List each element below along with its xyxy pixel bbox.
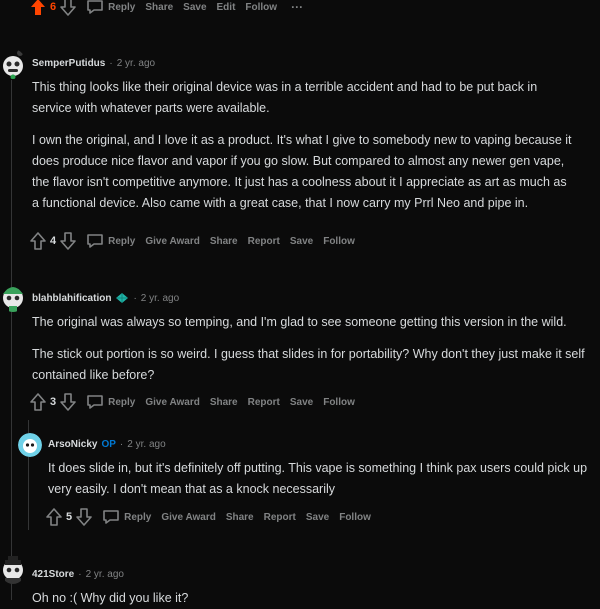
vote-count: 4 [50, 235, 57, 247]
reply-label: Reply [124, 511, 152, 523]
vote-controls: 4 [30, 232, 76, 250]
vote-controls: 3 [30, 393, 76, 411]
avatar[interactable] [0, 49, 26, 79]
reply-button[interactable]: Reply [86, 0, 135, 15]
comment-actions: 6 Reply Share Save Edit Follow ··· [30, 0, 303, 17]
comment-body: It does slide in, but it's definitely of… [48, 458, 588, 500]
share-button[interactable]: Share [210, 236, 238, 247]
follow-button[interactable]: Follow [339, 512, 371, 523]
save-button[interactable]: Save [290, 397, 313, 408]
share-button[interactable]: Share [145, 2, 173, 13]
thread-line[interactable] [11, 80, 12, 600]
comment-header: ArsoNicky OP · 2 yr. ago [48, 439, 166, 450]
give-award-button[interactable]: Give Award [145, 236, 199, 247]
comment-paragraph: Oh no :( Why did you like it? [32, 591, 189, 605]
achievement-icon [116, 293, 129, 303]
vote-count: 3 [50, 396, 57, 408]
save-button[interactable]: Save [183, 2, 206, 13]
comment-paragraph: I own the original, and I love it as a p… [32, 133, 572, 210]
reply-icon [87, 0, 103, 14]
separator-dot: · [78, 569, 82, 580]
vote-controls: 6 [30, 0, 76, 16]
reply-button[interactable]: Reply [86, 394, 135, 410]
upvote-icon[interactable] [30, 393, 46, 411]
reply-icon [87, 234, 103, 248]
op-badge: OP [101, 439, 116, 450]
comment-body: The original was always so temping, and … [32, 312, 592, 386]
comment-body: This thing looks like their original dev… [32, 77, 577, 214]
comment-paragraph: The stick out portion is so weird. I gue… [32, 347, 585, 382]
timestamp[interactable]: 2 yr. ago [127, 439, 165, 450]
give-award-button[interactable]: Give Award [145, 397, 199, 408]
comment-header: 421Store · 2 yr. ago [32, 569, 124, 580]
comment-header: SemperPutidus · 2 yr. ago [32, 58, 155, 69]
comment-actions: 5 Reply Give Award Share Report Save Fol… [46, 507, 371, 527]
downvote-icon[interactable] [60, 232, 76, 250]
comment-paragraph: It does slide in, but it's definitely of… [48, 461, 588, 496]
reply-label: Reply [108, 396, 136, 408]
save-button[interactable]: Save [306, 512, 329, 523]
reply-icon [87, 395, 103, 409]
follow-button[interactable]: Follow [245, 2, 277, 13]
comment-body: Oh no :( Why did you like it? [32, 588, 577, 609]
give-award-button[interactable]: Give Award [161, 512, 215, 523]
report-button[interactable]: Report [248, 397, 280, 408]
comment-paragraph: This thing looks like their original dev… [32, 80, 538, 115]
vote-count: 5 [66, 511, 73, 523]
share-button[interactable]: Share [226, 512, 254, 523]
timestamp[interactable]: 2 yr. ago [117, 58, 155, 69]
comment-header: blahblahification · 2 yr. ago [32, 292, 179, 304]
reply-icon [103, 510, 119, 524]
vote-controls: 5 [46, 508, 92, 526]
timestamp[interactable]: 2 yr. ago [86, 569, 124, 580]
avatar[interactable] [0, 282, 26, 312]
separator-dot: · [119, 439, 124, 450]
downvote-icon[interactable] [60, 393, 76, 411]
comment-actions: 3 Reply Give Award Share Report Save Fol… [30, 392, 355, 412]
vote-count: 6 [50, 1, 57, 13]
downvote-icon[interactable] [76, 508, 92, 526]
downvote-icon[interactable] [60, 0, 76, 16]
reply-label: Reply [108, 1, 136, 13]
upvote-icon[interactable] [30, 0, 46, 16]
reply-button[interactable]: Reply [102, 509, 151, 525]
avatar[interactable] [18, 433, 42, 457]
edit-button[interactable]: Edit [217, 2, 236, 13]
upvote-icon[interactable] [46, 508, 62, 526]
report-button[interactable]: Report [248, 236, 280, 247]
more-options-button[interactable]: ··· [291, 0, 303, 14]
follow-button[interactable]: Follow [323, 236, 355, 247]
follow-button[interactable]: Follow [323, 397, 355, 408]
comment-actions: 4 Reply Give Award Share Report Save Fol… [30, 231, 355, 251]
reply-label: Reply [108, 235, 136, 247]
reply-button[interactable]: Reply [86, 233, 135, 249]
timestamp[interactable]: 2 yr. ago [141, 293, 179, 304]
separator-dot: · [109, 58, 113, 69]
username[interactable]: SemperPutidus [32, 58, 105, 69]
username[interactable]: 421Store [32, 569, 74, 580]
upvote-icon[interactable] [30, 232, 46, 250]
username[interactable]: blahblahification [32, 293, 111, 304]
save-button[interactable]: Save [290, 236, 313, 247]
username[interactable]: ArsoNicky [48, 439, 97, 450]
report-button[interactable]: Report [264, 512, 296, 523]
avatar[interactable] [0, 554, 26, 584]
share-button[interactable]: Share [210, 397, 238, 408]
comment-paragraph: The original was always so temping, and … [32, 315, 567, 329]
separator-dot: · [133, 292, 137, 304]
